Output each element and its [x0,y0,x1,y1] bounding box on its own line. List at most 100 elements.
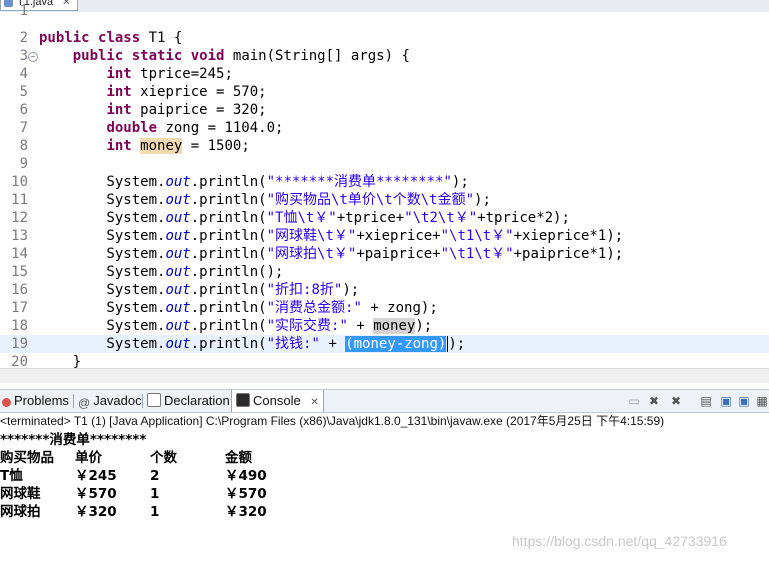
code-line: 14 System.out.println("网球拍\t￥"+paiprice+… [0,245,769,263]
code-text: int tprice=245; [106,66,233,82]
declaration-icon [147,393,161,407]
code-line: 9 [0,155,769,173]
at-sign-icon: @ [78,396,91,410]
code-line: 13 System.out.println("网球鞋\t￥"+xieprice+… [0,227,769,245]
code-line: 18 System.out.println("实际交费:" + money); [0,317,769,335]
console-line: *******消费单******** [0,432,147,448]
console-cell: ￥570 [225,486,267,502]
text-selection[interactable]: (money-zong) [345,336,447,352]
tab-declaration[interactable]: Declaration [147,390,230,412]
console-cell: ￥490 [225,468,267,484]
code-text: System.out.println("*******消费单********")… [39,174,469,190]
remove-launches-icon[interactable]: ✖ [668,393,684,409]
line-number: 17 [11,300,28,316]
line-number: 14 [11,246,28,262]
console-header-cell: 购买物品 [0,450,54,466]
tab-label: Javadoc [93,393,142,408]
code-text: System.out.println("找钱:" + (money-zong))… [39,336,466,352]
code-text: int money = 1500; [106,138,250,154]
pin-console-icon[interactable]: ▣ [736,393,752,409]
console-cell: T恤 [0,468,23,484]
code-line: 16 System.out.println("折扣:8折"); [0,281,769,299]
problems-icon [2,398,11,407]
line-number: 7 [19,120,28,136]
line-number: 19 [11,336,28,352]
line-number: 9 [19,156,28,172]
tab-separator [73,394,74,408]
line-number: 15 [11,264,28,280]
line-number: 5 [19,84,28,100]
code-line: 2 public class T1 { [0,29,769,47]
code-text: public static void main(String[] args) { [72,48,410,64]
terminate-icon[interactable]: ✖ [646,393,662,409]
console-icon [236,393,250,407]
code-line: 12 System.out.println("T恤\t￥"+tprice+"\t… [0,209,769,227]
code-text: int paiprice = 320; [106,102,267,118]
code-line: 15 System.out.println(); [0,263,769,281]
line-number: 1 [19,3,28,19]
console-cell: ￥320 [225,504,267,520]
line-number: 4 [19,66,28,82]
code-text: System.out.println("购买物品\t单价\t个数\t金额"); [39,192,491,208]
code-text: System.out.println(); [39,264,284,280]
code-text: int xieprice = 570; [106,84,267,100]
code-text: System.out.println("网球鞋\t￥"+xieprice+"\t… [39,228,624,244]
code-line-current: 19 System.out.println("找钱:" + (money-zon… [0,335,769,353]
code-line: 6 int paiprice = 320; [0,101,769,119]
line-number: 16 [11,282,28,298]
code-text: public class T1 { [39,30,183,46]
code-text: System.out.println("折扣:8折"); [39,282,360,298]
tab-label: Console [253,393,301,408]
code-editor[interactable]: 1 2 public class T1 { 3 − public static … [0,3,769,370]
console-cell: ￥320 [75,504,117,520]
line-number: 18 [11,318,28,334]
console-status-line: <terminated> T1 (1) [Java Application] C… [0,414,665,428]
code-line: 5 int xieprice = 570; [0,83,769,101]
code-line: 17 System.out.println("消费总金额:" + zong); [0,299,769,317]
view-tab-bar: Problems @ Javadoc Declaration Console ✕ … [0,389,769,413]
fold-collapse-icon[interactable]: − [28,52,38,62]
line-number: 3 [19,48,28,64]
code-text: System.out.println("消费总金额:" + zong); [39,300,438,316]
line-number: 8 [19,138,28,154]
code-line: 8 int money = 1500; [0,137,769,155]
console-cell: 1 [150,486,160,502]
console-header-cell: 个数 [150,450,177,466]
console-cell: 网球鞋 [0,486,41,502]
line-number: 10 [11,174,28,190]
code-line: 10 System.out.println("*******消费单*******… [0,173,769,191]
tab-problems[interactable]: Problems [2,390,69,412]
tab-label: Problems [14,393,69,408]
horizontal-scrollbar[interactable] [0,368,769,383]
tab-javadoc[interactable]: @ Javadoc [78,390,142,412]
scroll-lock-icon[interactable]: ▤ [698,393,714,409]
text-caret [447,336,449,352]
console-cell: 网球拍 [0,504,41,520]
console-cell: ￥570 [75,486,117,502]
console-header-cell: 单价 [75,450,102,466]
code-text: System.out.println("T恤\t￥"+tprice+"\t2\t… [39,210,570,226]
code-line: 4 int tprice=245; [0,65,769,83]
console-cell: ￥245 [75,468,117,484]
code-line: 1 [0,2,769,20]
line-number: 12 [11,210,28,226]
code-text: System.out.println("网球拍\t￥"+paiprice+"\t… [39,246,624,262]
console-cell: 1 [150,504,160,520]
show-console-icon[interactable]: ▣ [718,393,734,409]
clear-console-icon[interactable]: ▭ [626,393,642,409]
code-line: 7 double zong = 1104.0; [0,119,769,137]
code-text: double zong = 1104.0; [106,120,284,136]
tab-separator [142,394,143,408]
line-number: 13 [11,228,28,244]
line-number: 2 [19,30,28,46]
tab-label: Declaration [164,393,230,408]
console-cell: 2 [150,468,160,484]
code-line: 3 − public static void main(String[] arg… [0,47,769,65]
tab-console[interactable]: Console ✕ [231,390,324,412]
line-number: 6 [19,102,28,118]
code-line: 11 System.out.println("购买物品\t单价\t个数\t金额"… [0,191,769,209]
line-number: 11 [11,192,28,208]
close-icon[interactable]: ✕ [310,397,318,408]
watermark: https://blog.csdn.net/qq_42733916 [512,533,727,549]
display-console-icon[interactable]: ▦ [754,393,769,409]
